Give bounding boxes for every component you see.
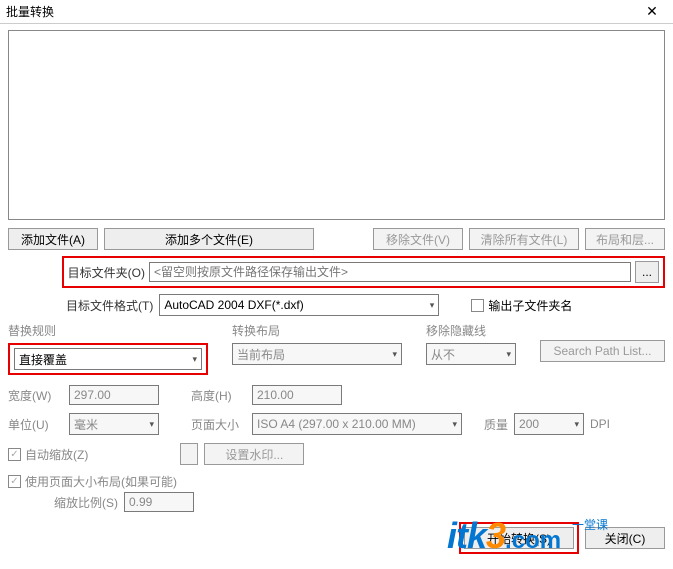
search-path-button[interactable]: Search Path List... [540,340,665,362]
dpi-label: DPI [590,417,610,431]
output-subfolder-checkbox[interactable]: 输出子文件夹名 [471,297,572,314]
auto-scale-label: 自动缩放(Z) [25,446,88,463]
chevron-down-icon: ▾ [149,419,154,430]
browse-folder-button[interactable]: ... [635,261,659,283]
target-format-value: AutoCAD 2004 DXF(*.dxf) [164,298,303,312]
unit-label: 单位(U) [8,416,63,433]
remove-hidden-value: 从不 [431,346,455,363]
replace-rule-value: 直接覆盖 [19,351,67,368]
watermark-button[interactable]: 设置水印... [204,443,304,465]
target-folder-highlight: 目标文件夹(O) ... [62,256,665,288]
watermark-toggle[interactable] [180,443,198,465]
add-file-button[interactable]: 添加文件(A) [8,228,98,250]
chevron-down-icon: ▾ [192,354,197,365]
remove-hidden-header: 移除隐藏线 [426,322,516,339]
checkbox-box: ✓ [8,475,21,488]
remove-hidden-select[interactable]: 从不 ▾ [426,343,516,365]
chevron-down-icon: ▾ [506,349,511,360]
width-input[interactable] [69,385,159,405]
height-label: 高度(H) [191,387,246,404]
file-list[interactable] [8,30,665,220]
start-button-highlight: 开始转换(S) [459,522,579,554]
target-format-label: 目标文件格式(T) [66,297,153,314]
chevron-down-icon: ▾ [574,419,579,430]
clear-all-button[interactable]: 清除所有文件(L) [469,228,579,250]
add-multi-file-button[interactable]: 添加多个文件(E) [104,228,314,250]
chevron-down-icon: ▾ [430,300,435,311]
close-icon[interactable]: ✕ [637,3,667,20]
window-title: 批量转换 [6,3,637,20]
pagesize-value: ISO A4 (297.00 x 210.00 MM) [257,417,416,431]
replace-rule-header: 替换规则 [8,322,208,339]
pagesize-label: 页面大小 [191,416,246,433]
start-convert-button[interactable]: 开始转换(S) [464,527,574,549]
watermark-subtext: 一堂课 [572,516,608,533]
checkbox-box: ✓ [8,448,21,461]
width-label: 宽度(W) [8,387,63,404]
convert-layout-header: 转换布局 [232,322,402,339]
target-folder-label: 目标文件夹(O) [68,264,145,281]
pagesize-select[interactable]: ISO A4 (297.00 x 210.00 MM) ▾ [252,413,462,435]
unit-value: 毫米 [74,416,98,433]
unit-select[interactable]: 毫米 ▾ [69,413,159,435]
output-subfolder-label: 输出子文件夹名 [488,297,572,314]
auto-scale-checkbox[interactable]: ✓ 自动缩放(Z) [8,446,88,463]
target-format-select[interactable]: AutoCAD 2004 DXF(*.dxf) ▾ [159,294,439,316]
replace-rule-select[interactable]: 直接覆盖 ▾ [14,348,202,370]
target-folder-input[interactable] [149,262,631,282]
quality-select[interactable]: 200 ▾ [514,413,584,435]
convert-layout-value: 当前布局 [237,346,285,363]
chevron-down-icon: ▾ [452,419,457,430]
quality-label: 质量 [484,416,508,433]
height-input[interactable] [252,385,342,405]
convert-layout-select[interactable]: 当前布局 ▾ [232,343,402,365]
layout-layer-button[interactable]: 布局和层... [585,228,665,250]
quality-value: 200 [519,417,539,431]
use-page-layout-checkbox[interactable]: ✓ 使用页面大小布局(如果可能) [8,473,177,490]
checkbox-box [471,299,484,312]
chevron-down-icon: ▾ [392,349,397,360]
remove-file-button[interactable]: 移除文件(V) [373,228,463,250]
replace-rule-highlight: 直接覆盖 ▾ [8,343,208,375]
use-page-layout-label: 使用页面大小布局(如果可能) [25,473,177,490]
scale-ratio-input[interactable] [124,492,194,512]
scale-ratio-label: 缩放比例(S) [54,494,118,511]
